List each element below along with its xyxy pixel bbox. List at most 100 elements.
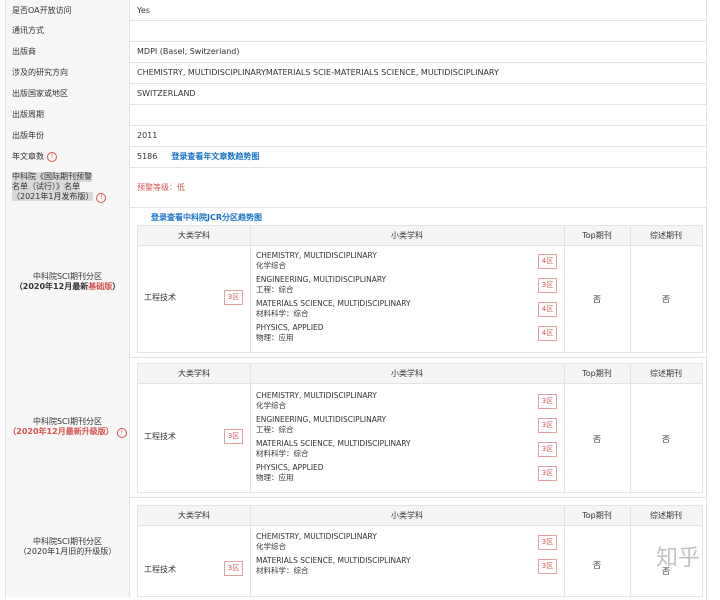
subject-zh: 工程：综合 — [256, 425, 294, 434]
section-title: 中科院SCI期刊分区 （2020年12月最新升级版）! — [6, 357, 130, 497]
subject-en: ENGINEERING, MULTIDISCIPLINARY — [256, 415, 387, 424]
zone-section-basic: 中科院SCI期刊分区 （2020年12月最新基础版） 登录查看中科院JCR分区趋… — [6, 207, 706, 358]
header-review: 综述期刊 — [650, 511, 682, 520]
zhihu-watermark: 知乎 — [656, 546, 701, 571]
section-title-line: （2020年12月最新 — [14, 282, 89, 291]
zone-table: 大类学科 小类学科 Top期刊 综述期刊 工程技术 3区 CHEMISTRY, … — [137, 225, 703, 353]
major-category: 工程技术 — [144, 293, 176, 302]
row-research-area: 涉及的研究方向 CHEMISTRY, MULTIDISCIPLINARYMATE… — [6, 62, 706, 84]
row-label: 出版年份 — [6, 125, 130, 146]
subject-item: PHYSICS, APPLIED 物理：应用 — [256, 463, 324, 483]
major-category: 工程技术 — [144, 432, 176, 441]
subject-item: PHYSICS, APPLIED 物理：应用 — [256, 323, 324, 343]
section-title-line-wrap: （2020年12月最新升级版）! — [8, 427, 127, 438]
section-title-highlight: 基础版 — [88, 282, 113, 291]
warning-label: 中科院《国际期刊预警 名单（试行）》名单 （2021年1月发布版）! — [6, 167, 130, 207]
subject-zh: 材料科学：综合 — [256, 309, 309, 318]
section-title-line: ） — [112, 282, 121, 291]
subject-en: ENGINEERING, MULTIDISCIPLINARY — [256, 275, 387, 284]
zone-badge: 3区 — [224, 429, 243, 444]
subject-zh: 材料科学：综合 — [256, 566, 309, 575]
row-country: 出版国家或地区 SWITZERLAND — [6, 83, 706, 105]
subject-en: CHEMISTRY, MULTIDISCIPLINARY — [256, 391, 377, 400]
row-label: 是否OA开放访问 — [6, 0, 130, 20]
divider — [250, 226, 251, 352]
subject-zh: 物理：应用 — [256, 473, 294, 482]
subject-item: CHEMISTRY, MULTIDISCIPLINARY 化学综合 — [256, 532, 377, 552]
info-icon[interactable]: ! — [116, 427, 127, 438]
divider — [630, 364, 631, 492]
divider — [564, 364, 565, 492]
section-title-line: 中科院SCI期刊分区 — [32, 416, 103, 426]
header-major: 大类学科 — [178, 511, 210, 520]
zone-section-old: 中科院SCI期刊分区 （2020年1月旧的升级版） 大类学科 小类学科 Top期… — [6, 497, 706, 597]
review-value: 否 — [662, 435, 670, 444]
subject-en: CHEMISTRY, MULTIDISCIPLINARY — [256, 532, 377, 541]
row-publisher: 出版商 MDPI (Basel, Switzerland) — [6, 41, 706, 63]
subject-zh: 材料科学：综合 — [256, 449, 309, 458]
subject-item: MATERIALS SCIENCE, MULTIDISCIPLINARY 材料科学… — [256, 299, 411, 319]
zone-table-header: 大类学科 小类学科 Top期刊 综述期刊 — [138, 506, 702, 526]
row-contact: 通讯方式 — [6, 20, 706, 42]
row-value: SWITZERLAND — [137, 89, 196, 98]
article-trend-link[interactable]: 登录查看年文章数趋势图 — [171, 151, 259, 162]
top-value: 否 — [593, 295, 601, 304]
zone-badge: 3区 — [224, 561, 243, 576]
info-icon[interactable]: ! — [47, 151, 57, 162]
journal-info-table: 是否OA开放访问 Yes 通讯方式 出版商 MDPI (Basel, Switz… — [5, 0, 707, 600]
subject-item: MATERIALS SCIENCE, MULTIDISCIPLINARY 材料科学… — [256, 439, 411, 459]
subject-zh: 工程：综合 — [256, 285, 294, 294]
warning-label-line-wrap: （2021年1月发布版）! — [12, 191, 107, 203]
jcr-trend-link[interactable]: 登录查看中科院JCR分区趋势图 — [151, 212, 262, 223]
row-label: 出版商 — [6, 41, 130, 62]
subject-item: ENGINEERING, MULTIDISCIPLINARY 工程：综合 — [256, 415, 386, 435]
row-label: 出版周期 — [6, 104, 130, 125]
section-title-line: （2020年1月旧的升级版） — [18, 547, 117, 556]
info-icon[interactable]: ! — [96, 192, 107, 203]
top-value: 否 — [593, 561, 601, 570]
row-article-count: 年文章数 ! 5186 登录查看年文章数趋势图 — [6, 146, 706, 168]
row-value: 5186 — [137, 152, 158, 161]
header-review: 综述期刊 — [650, 369, 682, 378]
zone-badge: 3区 — [538, 535, 557, 550]
subject-item: ENGINEERING, MULTIDISCIPLINARY 工程：综合 — [256, 275, 386, 295]
zone-badge: 3区 — [538, 559, 557, 574]
warning-label-line: 中科院《国际期刊预警 — [12, 171, 92, 182]
row-frequency: 出版周期 — [6, 104, 706, 126]
zone-table-header: 大类学科 小类学科 Top期刊 综述期刊 — [138, 364, 702, 384]
subject-zh: 物理：应用 — [256, 333, 294, 342]
row-label-wrap: 年文章数 ! — [6, 146, 130, 167]
header-review: 综述期刊 — [650, 231, 682, 240]
review-value: 否 — [662, 295, 670, 304]
row-value-wrap: 5186 登录查看年文章数趋势图 — [137, 146, 259, 167]
warning-label-line: （2021年1月发布版） — [12, 191, 94, 201]
zone-badge: 4区 — [538, 326, 557, 341]
zone-table: 大类学科 小类学科 Top期刊 综述期刊 工程技术 3区 CHEMISTRY, … — [137, 505, 703, 597]
subject-zh: 化学综合 — [256, 542, 286, 551]
subject-en: PHYSICS, APPLIED — [256, 463, 324, 472]
row-label: 涉及的研究方向 — [6, 62, 130, 83]
header-top: Top期刊 — [582, 369, 612, 378]
header-minor: 小类学科 — [391, 511, 423, 520]
zone-badge: 3区 — [224, 290, 243, 305]
divider — [630, 506, 631, 596]
divider — [250, 506, 251, 596]
zone-badge: 3区 — [538, 418, 557, 433]
subject-zh: 化学综合 — [256, 401, 286, 410]
row-value: CHEMISTRY, MULTIDISCIPLINARYMATERIALS SC… — [137, 68, 499, 77]
header-major: 大类学科 — [178, 231, 210, 240]
row-oa: 是否OA开放访问 Yes — [6, 0, 706, 21]
warning-level: 预警等级：低 — [137, 182, 185, 192]
subject-zh: 化学综合 — [256, 261, 286, 270]
subject-item: CHEMISTRY, MULTIDISCIPLINARY 化学综合 — [256, 251, 377, 271]
header-minor: 小类学科 — [391, 369, 423, 378]
zone-badge: 3区 — [538, 466, 557, 481]
subject-item: MATERIALS SCIENCE, MULTIDISCIPLINARY 材料科学… — [256, 556, 411, 576]
subject-item: CHEMISTRY, MULTIDISCIPLINARY 化学综合 — [256, 391, 377, 411]
section-title: 中科院SCI期刊分区 （2020年1月旧的升级版） — [6, 497, 130, 597]
divider — [564, 226, 565, 352]
subject-en: CHEMISTRY, MULTIDISCIPLINARY — [256, 251, 377, 260]
top-value: 否 — [593, 435, 601, 444]
row-label: 通讯方式 — [6, 20, 130, 41]
row-warning: 中科院《国际期刊预警 名单（试行）》名单 （2021年1月发布版）! 预警等级：… — [6, 167, 706, 208]
